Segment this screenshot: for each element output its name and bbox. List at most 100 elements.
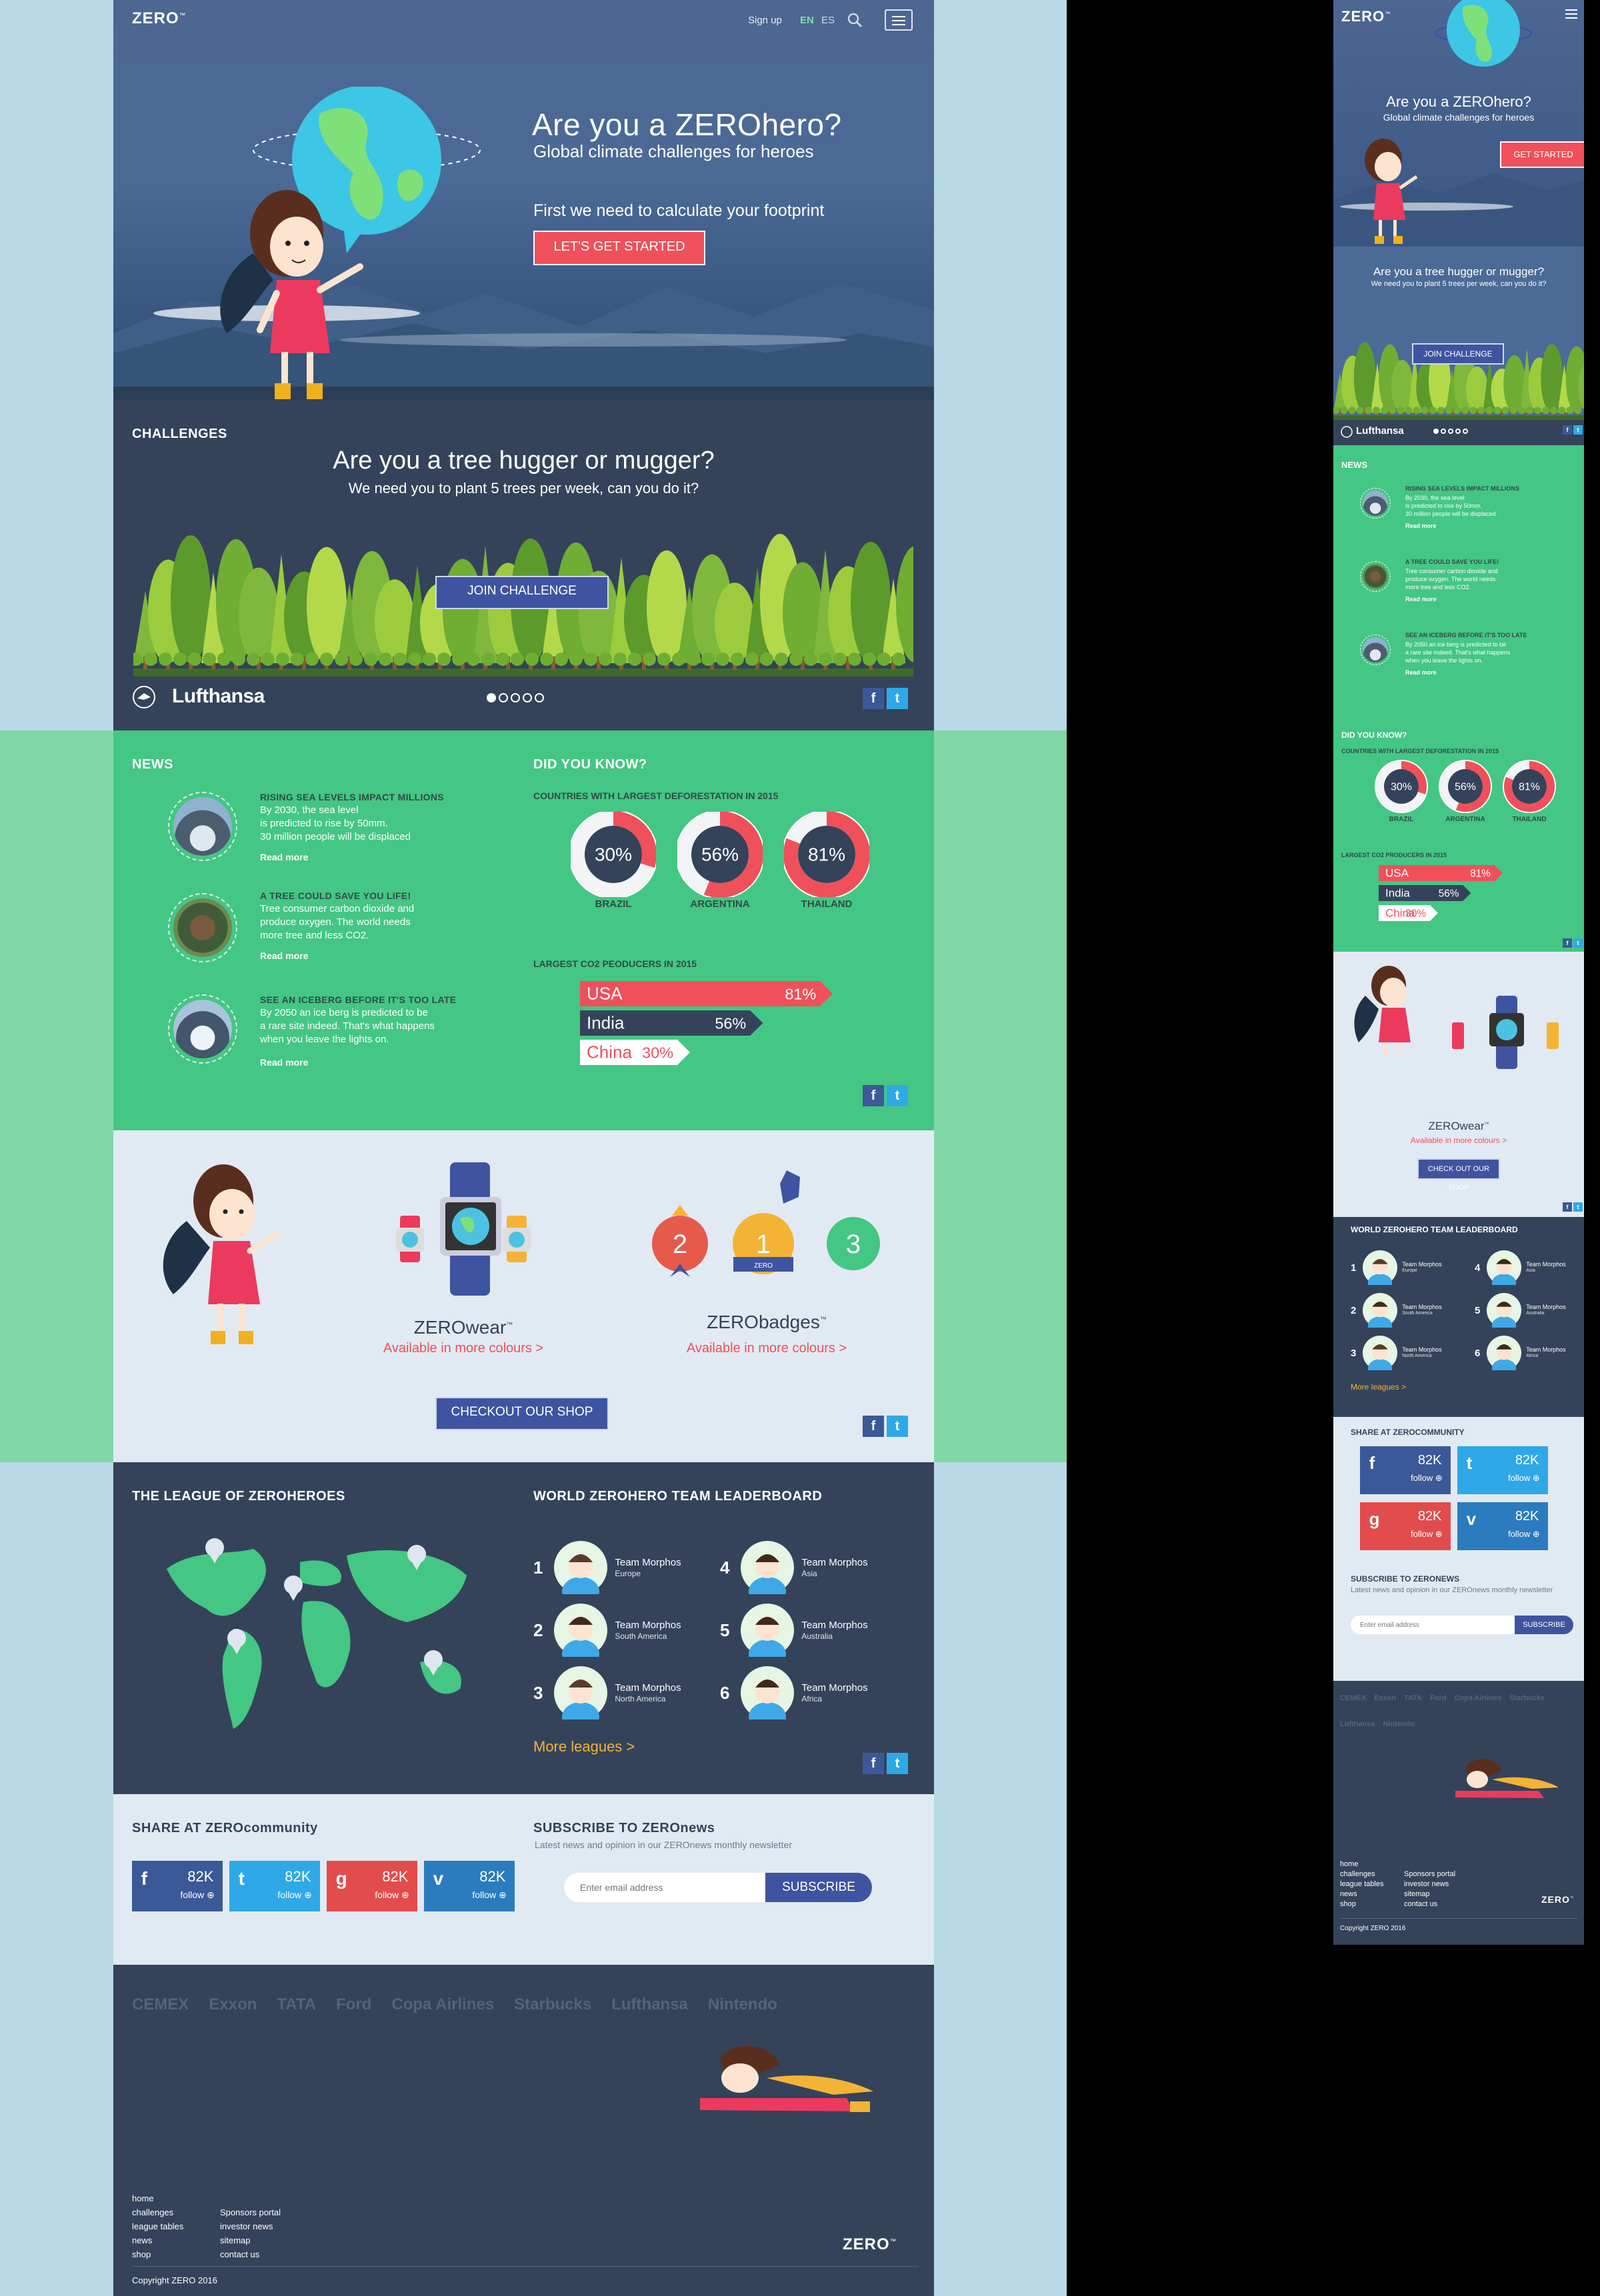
sponsor-logo[interactable]: CEMEX xyxy=(132,1995,189,2014)
hamburger-icon[interactable] xyxy=(885,9,913,31)
read-more-link[interactable]: Read more xyxy=(260,1057,308,1068)
hamburger-icon[interactable] xyxy=(1565,9,1577,19)
join-challenge-button[interactable]: JOIN CHALLENGE xyxy=(1412,343,1504,365)
share-box[interactable]: g 82K follow ⊕ xyxy=(327,1861,417,1911)
leaderboard-item[interactable]: 1 Team Morphos Europe xyxy=(1351,1250,1442,1285)
sponsor-logo[interactable]: TATA xyxy=(1404,1694,1422,1715)
carousel-dot[interactable] xyxy=(523,693,532,702)
news-title[interactable]: A TREE COULD SAVE YOU LIFE! xyxy=(260,890,411,901)
sponsor-logo[interactable]: Lufthansa xyxy=(611,1995,688,2014)
more-leagues-link[interactable]: More leagues > xyxy=(1351,1382,1406,1392)
leaderboard-item[interactable]: 6 Team Morphos Africa xyxy=(1475,1336,1566,1370)
sponsor-logo[interactable]: CEMEX xyxy=(1340,1694,1366,1715)
lang-en-link[interactable]: EN xyxy=(800,15,814,26)
footer-logo[interactable]: ZERO™ xyxy=(1541,1894,1574,1905)
sponsor-logo[interactable]: Nintendo xyxy=(1383,1720,1415,1741)
carousel-dot[interactable] xyxy=(487,693,496,702)
carousel-dot[interactable] xyxy=(511,693,520,702)
twitter-icon[interactable]: t xyxy=(1573,425,1583,435)
leaderboard-item[interactable]: 4 Team Morphos Asia xyxy=(1475,1250,1566,1285)
carousel-dot[interactable] xyxy=(1433,429,1439,434)
footer-link[interactable]: Sponsors portal xyxy=(220,2205,281,2219)
footer-link[interactable]: contact us xyxy=(1404,1899,1455,1909)
facebook-icon[interactable]: f xyxy=(863,1085,884,1106)
checkout-shop-button[interactable]: CHECKOUT OUR SHOP xyxy=(435,1397,609,1430)
twitter-icon[interactable]: t xyxy=(1573,938,1583,948)
footer-link[interactable]: investor news xyxy=(1404,1879,1455,1889)
share-box[interactable]: f 82K follow ⊕ xyxy=(1360,1446,1451,1494)
twitter-icon[interactable]: t xyxy=(887,1085,908,1106)
twitter-icon[interactable]: t xyxy=(1573,1202,1583,1212)
news-thumb-sea[interactable] xyxy=(168,792,237,861)
more-leagues-link[interactable]: More leagues > xyxy=(533,1738,635,1755)
share-box[interactable]: t 82K follow ⊕ xyxy=(1457,1446,1548,1494)
news-thumb-iceberg[interactable] xyxy=(168,994,237,1064)
share-box[interactable]: v 82K follow ⊕ xyxy=(424,1861,515,1911)
share-box[interactable]: g 82K follow ⊕ xyxy=(1360,1502,1451,1550)
footer-link[interactable]: league tables xyxy=(1340,1879,1383,1889)
leaderboard-item[interactable]: 3 Team Morphos North America xyxy=(1351,1336,1442,1370)
facebook-icon[interactable]: f xyxy=(863,1753,884,1774)
carousel-dot[interactable] xyxy=(499,693,508,702)
join-challenge-button[interactable]: JOIN CHALLENGE xyxy=(435,576,609,609)
read-more-link[interactable]: Read more xyxy=(1405,669,1437,676)
zerobadges-link[interactable]: Available in more colours > xyxy=(667,1341,867,1356)
news-thumb-tree[interactable] xyxy=(168,893,237,962)
news-thumb[interactable] xyxy=(1360,488,1391,519)
email-field[interactable] xyxy=(564,1873,769,1902)
facebook-icon[interactable]: f xyxy=(1563,938,1572,948)
news-thumb[interactable] xyxy=(1360,561,1391,592)
carousel-dot[interactable] xyxy=(535,693,544,702)
leaderboard-item[interactable]: 3 Team Morphos North America xyxy=(533,1666,681,1720)
leaderboard-item[interactable]: 2 Team Morphos South America xyxy=(1351,1293,1442,1328)
lang-es-link[interactable]: ES xyxy=(821,15,835,26)
subscribe-button[interactable]: SUBSCRIBE xyxy=(765,1873,872,1902)
footer-logo[interactable]: ZERO™ xyxy=(843,2235,897,2254)
sponsor-logo[interactable]: Exxon xyxy=(1374,1694,1396,1715)
footer-link[interactable]: shop xyxy=(132,2247,183,2261)
world-map[interactable] xyxy=(153,1529,493,1749)
facebook-icon[interactable]: f xyxy=(863,1416,884,1437)
twitter-icon[interactable]: t xyxy=(887,1753,908,1774)
leaderboard-item[interactable]: 5 Team Morphos Australia xyxy=(720,1604,868,1657)
footer-link[interactable]: investor news xyxy=(220,2219,281,2233)
footer-link[interactable]: news xyxy=(132,2233,183,2247)
share-box[interactable]: t 82K follow ⊕ xyxy=(229,1861,320,1911)
zerowear-link[interactable]: Available in more colours > xyxy=(363,1341,563,1356)
leaderboard-item[interactable]: 5 Team Morphos Australia xyxy=(1475,1293,1566,1328)
footer-link[interactable]: challenges xyxy=(132,2205,183,2219)
sponsor-logo[interactable]: Copa Airlines xyxy=(1454,1694,1501,1715)
footer-link[interactable]: news xyxy=(1340,1889,1383,1899)
twitter-icon[interactable]: t xyxy=(887,688,908,709)
leaderboard-item[interactable]: 2 Team Morphos South America xyxy=(533,1604,681,1657)
footer-link[interactable]: league tables xyxy=(132,2219,183,2233)
sponsor-logo[interactable]: Ford xyxy=(1430,1694,1446,1715)
sponsor-logo[interactable]: TATA xyxy=(277,1995,316,2014)
news-title[interactable]: A TREE COULD SAVE YOU LIFE! xyxy=(1405,559,1499,565)
footer-link[interactable]: challenges xyxy=(1340,1869,1383,1879)
sponsor-logo[interactable]: Exxon xyxy=(209,1995,257,2014)
zerowear-link[interactable]: Available in more colours > xyxy=(1333,1136,1584,1145)
leaderboard-item[interactable]: 4 Team Morphos Asia xyxy=(720,1541,868,1594)
read-more-link[interactable]: Read more xyxy=(260,950,308,961)
carousel-dot[interactable] xyxy=(1448,429,1453,434)
read-more-link[interactable]: Read more xyxy=(1405,523,1437,529)
sponsor-logo[interactable]: Ford xyxy=(336,1995,371,2014)
news-title[interactable]: RISING SEA LEVELS IMPACT MILLIONS xyxy=(1405,485,1519,492)
sponsor-logo[interactable]: Starbucks xyxy=(1509,1694,1545,1715)
news-title[interactable]: SEE AN ICEBERG BEFORE IT'S TOO LATE xyxy=(260,994,456,1005)
leaderboard-item[interactable]: 6 Team Morphos Africa xyxy=(720,1666,868,1720)
sponsor-logo[interactable]: Copa Airlines xyxy=(391,1995,494,2014)
footer-link[interactable]: shop xyxy=(1340,1899,1383,1909)
facebook-icon[interactable]: f xyxy=(1563,1202,1572,1212)
share-box[interactable]: f 82K follow ⊕ xyxy=(132,1861,223,1911)
footer-link[interactable]: home xyxy=(132,2191,183,2205)
carousel-dot[interactable] xyxy=(1441,429,1446,434)
logo[interactable]: ZERO™ xyxy=(1341,8,1391,25)
carousel-dot[interactable] xyxy=(1455,429,1461,434)
news-thumb[interactable] xyxy=(1360,634,1391,665)
checkout-shop-button[interactable]: CHECK OUT OUR SHOP xyxy=(1417,1158,1500,1192)
sponsor-logo[interactable]: Lufthansa xyxy=(1340,1720,1375,1741)
logo[interactable]: ZERO™ xyxy=(132,9,186,28)
footer-link[interactable]: contact us xyxy=(220,2247,281,2261)
